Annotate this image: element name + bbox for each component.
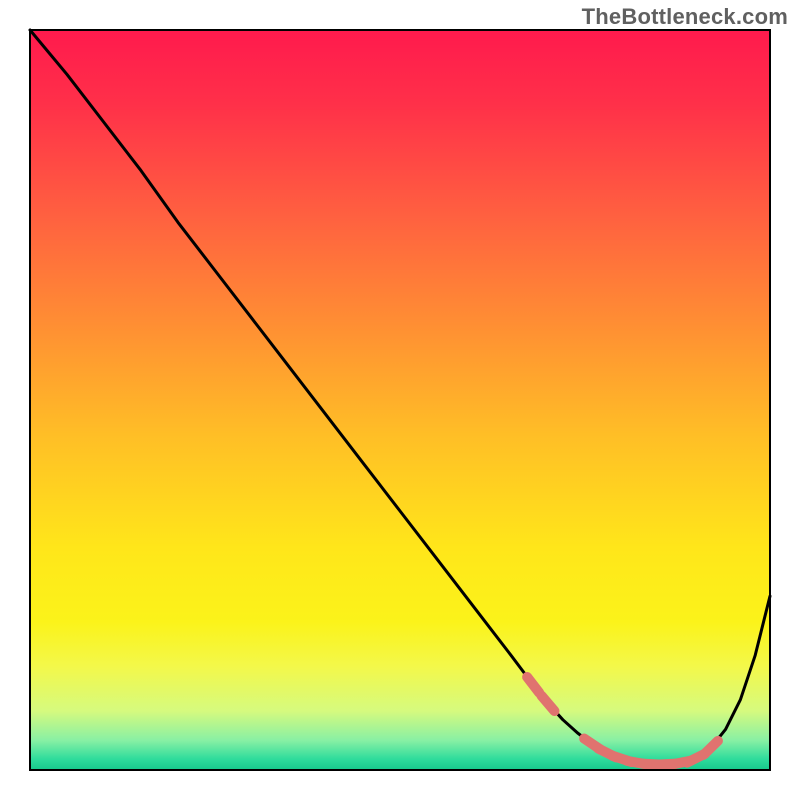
watermark-label: TheBottleneck.com	[582, 4, 788, 30]
chart-stage: TheBottleneck.com	[0, 0, 800, 800]
bottleneck-chart	[0, 0, 800, 800]
plot-background	[30, 30, 770, 770]
